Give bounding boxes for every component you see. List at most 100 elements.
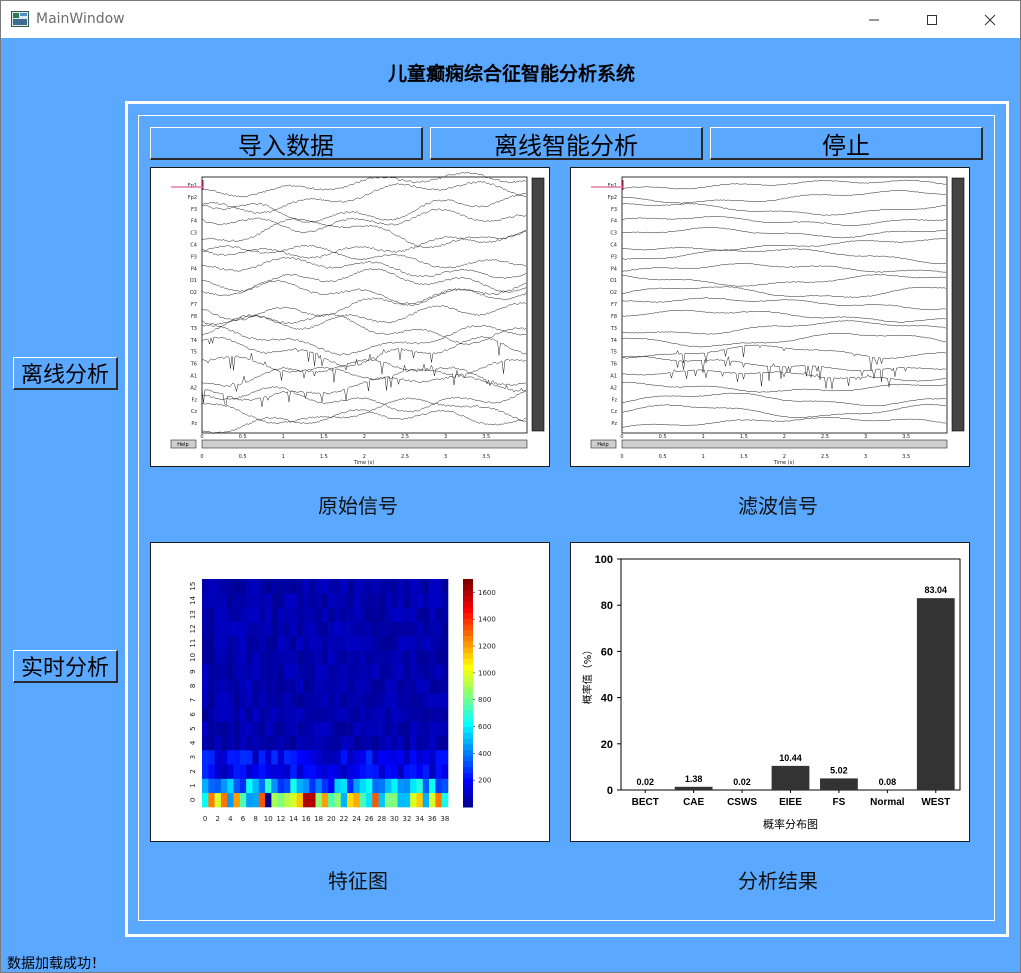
heatmap-cell <box>353 621 360 637</box>
heatmap-cell <box>265 693 272 708</box>
heatmap-cell <box>277 707 285 722</box>
bar-cae <box>674 786 713 790</box>
heatmap-cell <box>347 750 354 765</box>
heatmap-cell <box>265 636 272 651</box>
heatmap-cell <box>441 678 449 694</box>
heatmap-cell <box>366 664 373 680</box>
heatmap-cell <box>315 664 323 680</box>
heatmap-cell <box>239 707 247 722</box>
stop-button[interactable]: 停止 <box>710 127 983 160</box>
colorbar-segment <box>463 653 473 660</box>
colorbar-segment <box>463 613 473 620</box>
heatmap-cell <box>422 621 430 637</box>
heatmap-cell <box>334 778 342 794</box>
heatmap-cell <box>328 678 335 694</box>
maximize-button[interactable] <box>903 1 961 38</box>
heatmap-cell <box>220 621 228 637</box>
heatmap-cell <box>284 750 291 765</box>
eeg-channel-label: T4 <box>190 338 197 344</box>
heatmap-cell <box>334 607 342 623</box>
heatmap-cell <box>246 707 253 722</box>
feature-map-panel: 0 1 2 3 4 5 6 7 8 9 10 11 12 13 14 15 0 2 4 6 8 10 12 14 16 18 20 2… <box>150 542 550 842</box>
heatmap-cell <box>258 621 266 637</box>
heatmap-cell <box>384 707 392 722</box>
heatmap-cell <box>302 636 310 651</box>
heatmap-cell <box>321 750 329 765</box>
eeg-x-tick-label: 1.5 <box>320 434 328 440</box>
heatmap-cell <box>271 735 278 751</box>
heatmap-cell <box>290 778 297 794</box>
heatmap-cell <box>258 764 266 779</box>
heatmap-cell <box>284 593 291 608</box>
eeg-x-tick-label: 3.5 <box>482 454 490 460</box>
heatmap-cell <box>384 636 392 651</box>
heatmap-cell <box>233 621 241 637</box>
heatmap-cell <box>403 735 411 751</box>
heatmap-x-tick-label: 2 <box>216 815 220 823</box>
heatmap-cell <box>378 636 386 651</box>
import-data-button[interactable]: 导入数据 <box>150 127 423 160</box>
heatmap-cell <box>397 764 405 779</box>
heatmap-cell <box>284 707 291 722</box>
heatmap-cell <box>441 721 449 737</box>
eeg-x-tick-label: 2.5 <box>821 454 829 460</box>
heatmap-cell <box>246 693 253 708</box>
heatmap-cell <box>315 707 323 722</box>
offline-analysis-button[interactable]: 离线分析 <box>13 357 118 390</box>
heatmap-cell <box>315 636 323 651</box>
heatmap-cell <box>246 778 253 794</box>
heatmap-cell <box>435 693 442 708</box>
heatmap-cell <box>340 650 348 665</box>
heatmap-cell <box>422 650 430 665</box>
heatmap-cell <box>284 764 291 779</box>
heatmap-cell <box>422 750 430 765</box>
eeg-x-tick-label: 1 <box>702 434 705 440</box>
heatmap-cell <box>214 778 222 794</box>
close-button[interactable] <box>961 1 1019 38</box>
heatmap-cell <box>328 621 335 637</box>
heatmap-x-tick-label: 6 <box>241 815 246 823</box>
heatmap-cell <box>328 707 335 722</box>
eeg-channel-label: T5 <box>190 350 197 356</box>
heatmap-cell <box>208 764 215 779</box>
heatmap-cell <box>391 593 398 608</box>
heatmap-cell <box>435 593 442 608</box>
heatmap-cell <box>315 579 323 594</box>
eeg-channel-label: P4 <box>611 266 617 272</box>
heatmap-cell <box>252 621 260 637</box>
eeg-horizontal-scrollbar <box>201 439 528 449</box>
heatmap-cell <box>328 593 335 608</box>
heatmap-cell <box>258 664 266 680</box>
eeg-channel-label: T3 <box>610 326 617 332</box>
heatmap-cell <box>378 764 386 779</box>
heatmap-cell <box>410 650 417 665</box>
colorbar-segment <box>463 647 473 654</box>
feature-heatmap: 01234567891011121314150 2 4 6 8 10 12 14 16 18 20 2… <box>189 579 496 823</box>
heatmap-cell <box>391 792 398 808</box>
heatmap-cell <box>246 764 253 779</box>
app-heading: 儿童癫痫综合征智能分析系统 <box>387 63 635 85</box>
colorbar-segment <box>463 675 473 683</box>
eeg-x-tick-label: 3 <box>444 454 447 460</box>
heatmap-cell <box>302 678 310 694</box>
heatmap-cell <box>397 678 405 694</box>
heatmap-cell <box>296 764 304 779</box>
heatmap-cell <box>246 792 253 808</box>
heatmap-cell <box>277 750 285 765</box>
colorbar-tick-label: 400 <box>478 750 491 758</box>
offline-smart-analysis-button[interactable]: 离线智能分析 <box>430 127 703 160</box>
heatmap-cell <box>366 678 373 694</box>
heatmap-cell <box>290 764 297 779</box>
eeg-help-label: Help <box>177 442 188 448</box>
heatmap-cell <box>258 607 266 623</box>
heatmap-cell <box>227 735 234 751</box>
realtime-analysis-button[interactable]: 实时分析 <box>13 650 118 683</box>
heatmap-cell <box>353 735 360 751</box>
heatmap-cell <box>391 735 398 751</box>
heatmap-cell <box>239 650 247 665</box>
heatmap-cell <box>403 792 411 808</box>
minimize-button[interactable] <box>845 1 903 38</box>
heatmap-cell <box>353 664 360 680</box>
heatmap-cell <box>441 593 449 608</box>
heatmap-cell <box>359 607 367 623</box>
